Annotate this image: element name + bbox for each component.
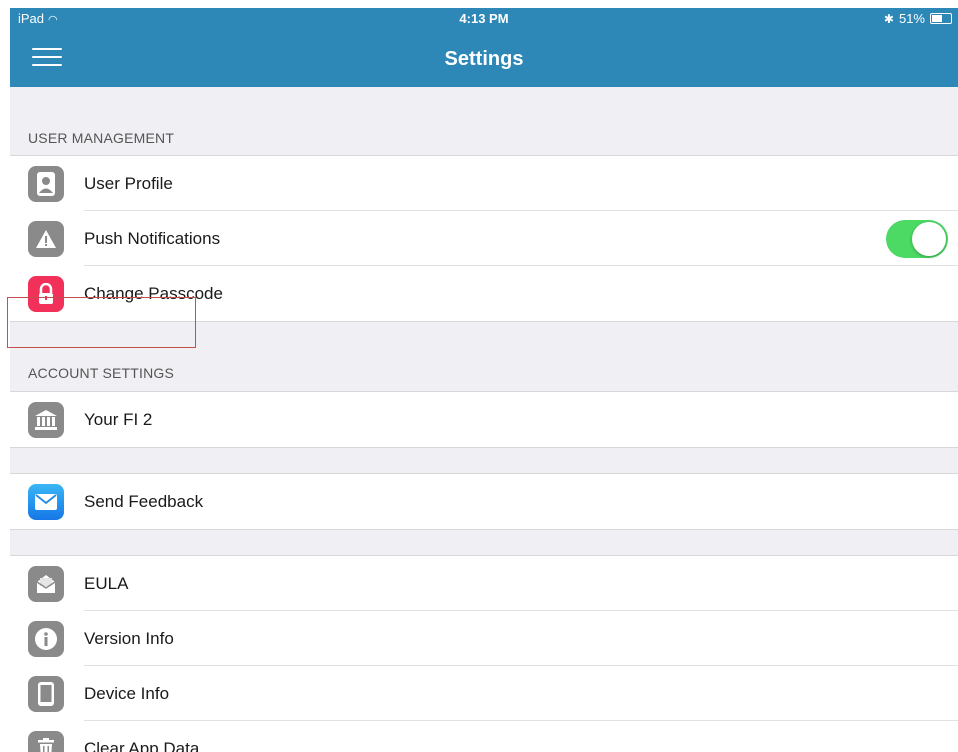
user-icon — [28, 165, 64, 202]
user-management-group: User Profile Push Notifications Change P… — [10, 156, 958, 322]
account-settings-group: Your FI 2 — [10, 392, 958, 448]
device-icon — [28, 675, 64, 712]
row-label: Send Feedback — [84, 491, 204, 511]
row-push-notifications[interactable]: Push Notifications — [10, 211, 958, 266]
row-label: Push Notifications — [84, 228, 221, 248]
row-label: Your FI 2 — [84, 409, 153, 429]
info-icon — [28, 620, 64, 657]
row-label: Device Info — [84, 683, 170, 703]
row-clear-app-data[interactable]: Clear App Data — [10, 721, 958, 752]
section-header-account-settings: ACCOUNT SETTINGS — [10, 322, 958, 392]
toggle-knob — [912, 221, 946, 256]
document-icon — [28, 565, 64, 602]
status-bar: iPad ◠ 4:13 PM ✱ 51% — [10, 8, 958, 30]
row-version-info[interactable]: Version Info — [10, 611, 958, 666]
bluetooth-icon: ✱ — [883, 11, 894, 26]
battery-percent: 51% — [898, 11, 925, 26]
section-header-user-management: USER MANAGEMENT — [10, 87, 958, 156]
status-right: ✱ 51% — [884, 11, 952, 26]
row-device-info[interactable]: Device Info — [10, 666, 958, 721]
row-eula[interactable]: EULA — [10, 556, 958, 611]
section-spacer — [10, 530, 958, 556]
lock-icon — [28, 275, 64, 312]
battery-icon — [930, 13, 952, 24]
row-label: User Profile — [84, 173, 173, 193]
row-send-feedback[interactable]: Send Feedback — [10, 474, 958, 529]
bank-icon — [28, 401, 64, 438]
info-group: EULA Version Info Device Info Clear App … — [10, 556, 958, 752]
row-label: Version Info — [84, 628, 174, 648]
push-notifications-toggle[interactable] — [886, 219, 948, 258]
row-label: Clear App Data — [84, 738, 200, 752]
row-label: Change Passcode — [84, 283, 223, 303]
status-time: 4:13 PM — [459, 11, 509, 26]
page-title: Settings — [444, 48, 524, 70]
section-spacer — [10, 448, 958, 474]
row-label: EULA — [84, 573, 129, 593]
row-user-profile[interactable]: User Profile — [10, 156, 958, 211]
feedback-group: Send Feedback — [10, 474, 958, 530]
trash-icon — [28, 730, 64, 752]
row-change-passcode[interactable]: Change Passcode — [10, 266, 958, 321]
settings-list[interactable]: USER MANAGEMENT User Profile Push Notifi… — [10, 87, 958, 752]
mail-icon — [28, 483, 64, 520]
navigation-bar: Settings — [10, 30, 958, 87]
battery-fill — [932, 15, 943, 22]
row-your-fi[interactable]: Your FI 2 — [10, 392, 958, 447]
alert-icon — [28, 220, 64, 257]
